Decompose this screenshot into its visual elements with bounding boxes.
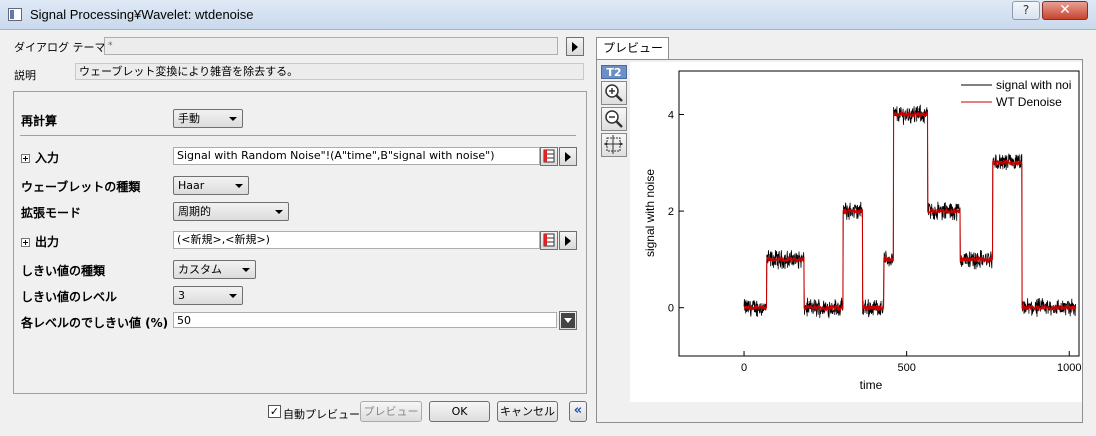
x-tick-label: 1000 [1057,362,1081,374]
threshold-type-label: しきい値の種類 [21,264,106,278]
threshold-percent-dropdown[interactable] [559,311,577,330]
zoom-out-icon [605,110,623,128]
chart-background [630,62,1082,402]
rescale-button[interactable] [601,133,627,157]
zoom-in-button[interactable] [601,81,627,105]
extension-mode-label: 拡張モード [21,206,82,220]
chevron-down-icon [242,268,250,272]
expand-icon[interactable] [21,154,30,163]
threshold-level-value: 3 [178,289,185,302]
x-axis-label: time [860,378,883,392]
wavelet-type-value: Haar [178,179,205,192]
y-tick-label: 4 [668,109,674,121]
input-menu-button[interactable] [559,147,577,166]
theme-field[interactable]: * [104,37,558,55]
threshold-type-value: カスタム [178,263,222,276]
threshold-level-combo[interactable]: 3 [173,286,243,305]
recalc-label: 再計算 [21,114,58,128]
ok-button[interactable]: OK [429,401,490,422]
recalc-combo[interactable]: 手動 [173,109,243,128]
cancel-button[interactable]: キャンセル [497,401,558,422]
output-range-field[interactable]: (<新規>,<新規>) [173,231,540,249]
input-select-button[interactable] [540,147,558,166]
x-tick-label: 0 [741,362,747,374]
output-menu-button[interactable] [559,231,577,250]
threshold-percent-field[interactable]: 50 [173,312,557,328]
window-title: Signal Processing¥Wavelet: wtdenoise [30,7,254,22]
arrow-right-icon [565,236,571,246]
y-tick-label: 0 [668,303,674,315]
zoom-out-button[interactable] [601,107,627,131]
rescale-icon [604,135,623,154]
preview-button[interactable]: プレビュー [360,401,422,422]
x-tick-label: 500 [897,362,915,374]
divider [20,135,576,136]
wavelet-type-label: ウェーブレットの種類 [21,180,141,194]
legend-label-denoise: WT Denoise [996,95,1062,109]
arrow-right-icon [572,42,578,52]
output-select-button[interactable] [540,231,558,250]
app-icon [8,8,22,21]
wavelet-type-combo[interactable]: Haar [173,176,249,195]
description-label: 説明 [14,69,36,82]
expand-icon[interactable] [21,238,30,247]
input-group-label[interactable]: 入力 [21,149,59,166]
input-label: 入力 [35,151,60,165]
input-range-field[interactable]: Signal with Random Noise"!(A"time",B"sig… [173,147,540,165]
recalc-value: 手動 [178,112,200,125]
auto-preview-label: 自動プレビュー [283,408,360,421]
threshold-type-combo[interactable]: カスタム [173,260,256,279]
legend-label-signal: signal with noi [996,78,1071,92]
chevron-down-icon [229,294,237,298]
tab-preview[interactable]: プレビュー [596,37,669,60]
chevron-down-icon [235,184,243,188]
description-text: ウェーブレット変換により雑音を除去する。 [75,63,584,80]
zoom-in-icon [605,84,623,102]
extension-mode-value: 周期的 [178,205,211,218]
close-button[interactable]: ✕ [1042,1,1088,20]
threshold-level-label: しきい値のレベル [21,290,118,304]
output-group-label[interactable]: 出力 [21,233,59,250]
layer-indicator[interactable]: T2 [601,65,627,79]
help-button[interactable]: ? [1012,1,1040,20]
chevron-down-icon [229,117,237,121]
select-range-icon [543,233,555,247]
theme-menu-button[interactable] [566,37,584,56]
arrow-right-icon [565,152,571,162]
auto-preview-checkbox[interactable]: ✓ [268,405,281,418]
output-label: 出力 [35,235,60,249]
preview-chart: 0 500 1000 0 2 4 time signal with noise signa… [630,62,1082,402]
y-tick-label: 2 [668,206,674,218]
collapse-button[interactable]: « [569,401,587,422]
threshold-percent-label: 各レベルのでしきい値 (%) [21,316,169,330]
extension-mode-combo[interactable]: 周期的 [173,202,289,221]
chevron-down-icon [275,210,283,214]
dropdown-arrow-icon [561,313,575,328]
y-axis-label: signal with noise [643,169,657,257]
title-bar: Signal Processing¥Wavelet: wtdenoise ? ✕ [0,0,1096,30]
select-range-icon [543,149,555,163]
